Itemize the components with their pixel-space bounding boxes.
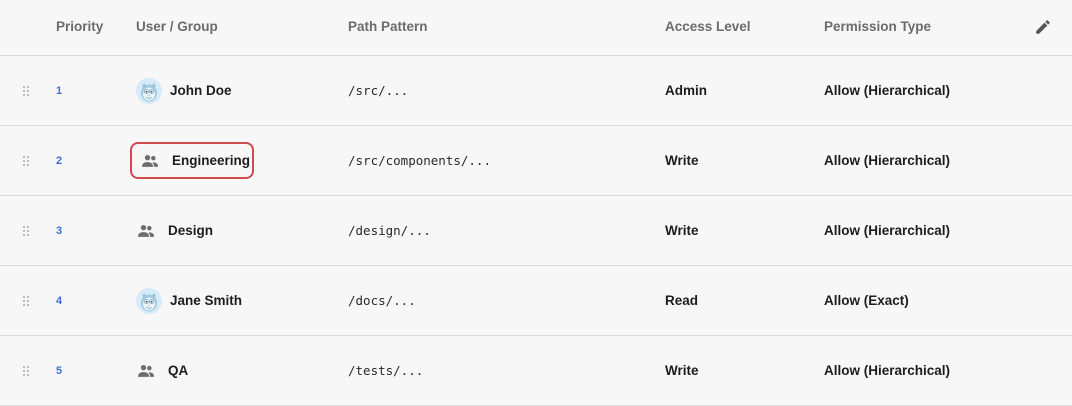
table-row-3[interactable]: 3 Design /design/... Write Allow (Hierar… xyxy=(0,196,1072,266)
user-name: John Doe xyxy=(170,83,232,98)
header-user-group[interactable]: User / Group xyxy=(136,0,218,55)
group-icon xyxy=(136,361,156,381)
drag-handle[interactable] xyxy=(20,266,32,335)
header-permission-type[interactable]: Permission Type xyxy=(824,0,931,55)
priority-link[interactable]: 5 xyxy=(56,336,62,406)
table-body: 1 John Doe /src/... Admin Allow (Hierarc… xyxy=(0,56,1072,406)
group-name: Engineering xyxy=(172,153,251,168)
user-group-cell: Engineering xyxy=(130,126,255,195)
path-pattern: /src/components/... xyxy=(348,153,491,168)
user-name: Jane Smith xyxy=(170,293,243,308)
priority-link[interactable]: 2 xyxy=(56,126,62,197)
group-icon xyxy=(136,221,156,241)
user-group-cell: QA xyxy=(136,336,188,405)
drag-handle-icon xyxy=(22,365,30,376)
access-level: Write xyxy=(665,153,699,168)
priority-link[interactable]: 1 xyxy=(56,56,62,127)
user-avatar-icon xyxy=(136,77,162,104)
header-path-pattern[interactable]: Path Pattern xyxy=(348,0,428,55)
path-pattern: /design/... xyxy=(348,223,431,238)
access-level: Write xyxy=(665,223,699,238)
header-access-level[interactable]: Access Level xyxy=(665,0,751,55)
group-icon xyxy=(140,151,160,171)
selected-group-chip[interactable]: Engineering xyxy=(130,142,255,179)
drag-handle-icon xyxy=(22,155,30,166)
priority-link[interactable]: 3 xyxy=(56,196,62,267)
group-name: Design xyxy=(168,223,214,238)
table-row-5[interactable]: 5 QA /tests/... Write Allow (Hierarchica… xyxy=(0,336,1072,406)
permission-type: Allow (Exact) xyxy=(824,293,909,308)
user-avatar-icon xyxy=(136,287,162,314)
user-group-cell: Jane Smith xyxy=(136,266,242,335)
permission-type: Allow (Hierarchical) xyxy=(824,83,951,98)
access-level: Read xyxy=(665,293,699,308)
table-row-2[interactable]: 2 Engineering /src/components/... Write … xyxy=(0,126,1072,196)
drag-handle-icon xyxy=(22,225,30,236)
edit-button[interactable] xyxy=(1034,18,1052,36)
access-level: Write xyxy=(665,363,699,378)
path-pattern: /src/... xyxy=(348,83,409,98)
drag-handle-icon xyxy=(22,85,30,96)
permissions-table: Priority User / Group Path Pattern Acces… xyxy=(0,0,1072,406)
group-chip[interactable]: Design xyxy=(132,212,213,249)
pencil-icon xyxy=(1036,20,1050,34)
table-row-1[interactable]: 1 John Doe /src/... Admin Allow (Hierarc… xyxy=(0,56,1072,126)
access-level: Admin xyxy=(665,83,707,98)
drag-handle[interactable] xyxy=(20,336,32,405)
group-chip[interactable]: QA xyxy=(132,352,188,389)
group-name: QA xyxy=(168,363,189,378)
user-group-cell: Design xyxy=(136,196,213,265)
permission-type: Allow (Hierarchical) xyxy=(824,223,951,238)
drag-handle[interactable] xyxy=(20,56,32,125)
user-group-cell: John Doe xyxy=(136,56,232,125)
path-pattern: /docs/... xyxy=(348,293,416,308)
drag-handle[interactable] xyxy=(20,196,32,265)
permission-type: Allow (Hierarchical) xyxy=(824,363,951,378)
path-pattern: /tests/... xyxy=(348,363,424,378)
priority-link[interactable]: 4 xyxy=(56,266,62,337)
permission-type: Allow (Hierarchical) xyxy=(824,153,951,168)
drag-handle-icon xyxy=(22,295,30,306)
table-row-4[interactable]: 4 Jane Smith /docs/... Read Allow (Exact… xyxy=(0,266,1072,336)
table-header: Priority User / Group Path Pattern Acces… xyxy=(0,0,1072,56)
drag-handle[interactable] xyxy=(20,126,32,195)
header-priority[interactable]: Priority xyxy=(56,0,103,55)
